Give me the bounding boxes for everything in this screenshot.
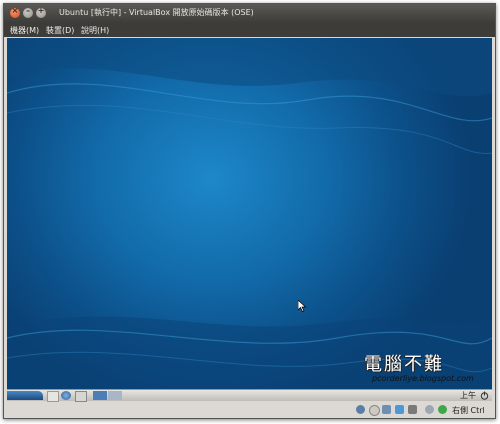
window-list-icon[interactable]: [75, 391, 87, 402]
close-button[interactable]: ×: [10, 6, 20, 18]
power-icon[interactable]: [480, 391, 489, 400]
menu-bar: 機器(M) 裝置(D) 說明(H): [4, 23, 495, 37]
shared-folders-icon[interactable]: [395, 405, 404, 414]
workspace-2[interactable]: [108, 391, 122, 400]
title-bar[interactable]: × – + Ubuntu [執行中] - VirtualBox 開放原始碼版本 …: [4, 4, 495, 23]
watermark-logo: 電腦不難: [364, 354, 444, 375]
workspace-1[interactable]: [93, 391, 107, 400]
show-desktop-icon[interactable]: [47, 391, 59, 402]
host-key-icon: [438, 405, 447, 414]
menu-machine[interactable]: 機器(M): [10, 25, 39, 36]
browser-icon[interactable]: [61, 391, 71, 400]
minimize-button[interactable]: –: [23, 6, 33, 18]
virtualbox-window: × – + Ubuntu [執行中] - VirtualBox 開放原始碼版本 …: [3, 3, 496, 419]
vm-status-bar: 右側 Ctrl: [7, 402, 492, 417]
main-menu-button[interactable]: [7, 391, 43, 400]
network-icon[interactable]: [382, 405, 391, 414]
minimize-icon: –: [26, 6, 30, 15]
maximize-button[interactable]: +: [36, 6, 46, 18]
menu-devices[interactable]: 裝置(D): [46, 25, 74, 36]
panel-clock[interactable]: 上午: [460, 390, 476, 401]
close-icon: ×: [11, 6, 19, 15]
desktop-wallpaper-waves: [7, 38, 492, 389]
guest-desktop[interactable]: [7, 38, 492, 389]
optical-drive-icon[interactable]: [369, 405, 380, 416]
hard-disk-icon[interactable]: [356, 405, 365, 414]
watermark-url: pcorderliye.blogspot.com: [372, 374, 474, 383]
host-key-label: 右側 Ctrl: [452, 406, 485, 415]
guest-bottom-panel: 上午: [7, 389, 492, 402]
window-title: Ubuntu [執行中] - VirtualBox 開放原始碼版本 (OSE): [59, 8, 254, 17]
mouse-integration-icon[interactable]: [425, 405, 434, 414]
mouse-pointer-icon: [298, 300, 306, 312]
menu-help[interactable]: 說明(H): [81, 25, 109, 36]
maximize-icon: +: [37, 6, 45, 15]
usb-icon[interactable]: [408, 405, 417, 414]
